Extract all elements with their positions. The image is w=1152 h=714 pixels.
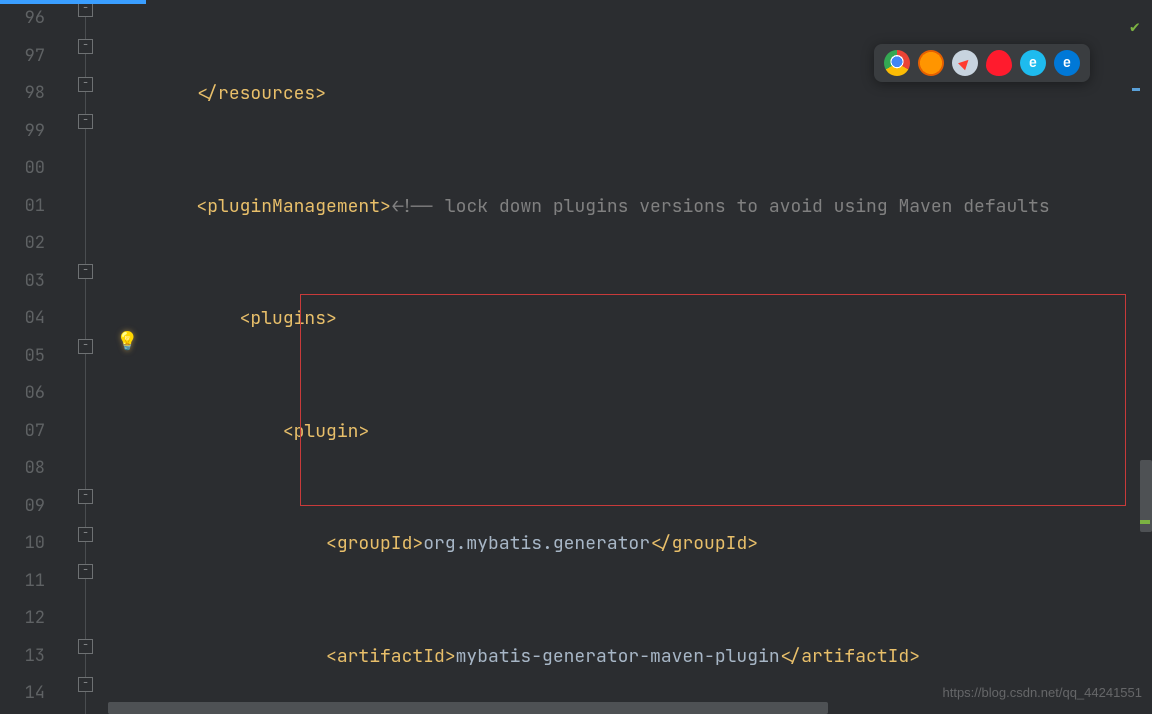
fold-toggle[interactable]: − [78, 2, 93, 17]
line-number: 02 [0, 225, 45, 263]
code-area[interactable]: </resources> <pluginManagement><!-- lock… [108, 0, 1152, 714]
line-number: 09 [0, 488, 45, 526]
horizontal-scrollbar[interactable] [108, 702, 1140, 714]
line-number: 04 [0, 300, 45, 338]
line-number: 03 [0, 263, 45, 301]
line-number: 96 [0, 0, 45, 38]
horizontal-scroll-thumb[interactable] [108, 702, 828, 714]
fold-toggle[interactable]: − [78, 77, 93, 92]
line-numbers: 96 97 98 99 00 01 02 03 04 05 06 07 08 0… [0, 0, 45, 713]
chrome-icon[interactable] [884, 50, 910, 76]
line-number: 06 [0, 375, 45, 413]
fold-toggle[interactable]: − [78, 339, 93, 354]
line-number: 00 [0, 150, 45, 188]
fold-toggle[interactable]: − [78, 677, 93, 692]
fold-toggle[interactable]: − [78, 264, 93, 279]
line-number: 12 [0, 600, 45, 638]
line-number: 97 [0, 38, 45, 76]
watermark: https://blog.csdn.net/qq_44241551 [943, 685, 1143, 700]
ie-icon[interactable]: e [1020, 50, 1046, 76]
vertical-scrollbar[interactable] [1140, 0, 1152, 702]
line-number: 13 [0, 638, 45, 676]
line-number: 05 [0, 338, 45, 376]
line-number: 98 [0, 75, 45, 113]
change-marker [1140, 520, 1150, 524]
edge-icon[interactable]: e [1054, 50, 1080, 76]
code-line: <pluginManagement><!-- lock down plugins… [110, 188, 1152, 226]
browser-preview-tray: ▲ e e [874, 44, 1090, 82]
line-number: 07 [0, 413, 45, 451]
fold-toggle[interactable]: − [78, 114, 93, 129]
load-progress [0, 0, 146, 4]
opera-icon[interactable] [986, 50, 1012, 76]
safari-icon[interactable]: ▲ [952, 50, 978, 76]
code-line: <plugins> [110, 300, 1152, 338]
gutter: 96 97 98 99 00 01 02 03 04 05 06 07 08 0… [0, 0, 108, 714]
line-number: 01 [0, 188, 45, 226]
code-editor: 96 97 98 99 00 01 02 03 04 05 06 07 08 0… [0, 0, 1152, 714]
fold-toggle[interactable]: − [78, 639, 93, 654]
line-number: 99 [0, 113, 45, 151]
line-number: 08 [0, 450, 45, 488]
fold-toggle[interactable]: − [78, 39, 93, 54]
code-line: <groupId>org.mybatis.generator</groupId> [110, 525, 1152, 563]
firefox-icon[interactable] [918, 50, 944, 76]
line-number: 14 [0, 675, 45, 713]
code-line: <artifactId>mybatis-generator-maven-plug… [110, 638, 1152, 676]
fold-toggle[interactable]: − [78, 564, 93, 579]
code-line: <plugin> [110, 413, 1152, 451]
line-number: 11 [0, 563, 45, 601]
fold-toggle[interactable]: − [78, 527, 93, 542]
fold-toggle[interactable]: − [78, 489, 93, 504]
line-number: 10 [0, 525, 45, 563]
